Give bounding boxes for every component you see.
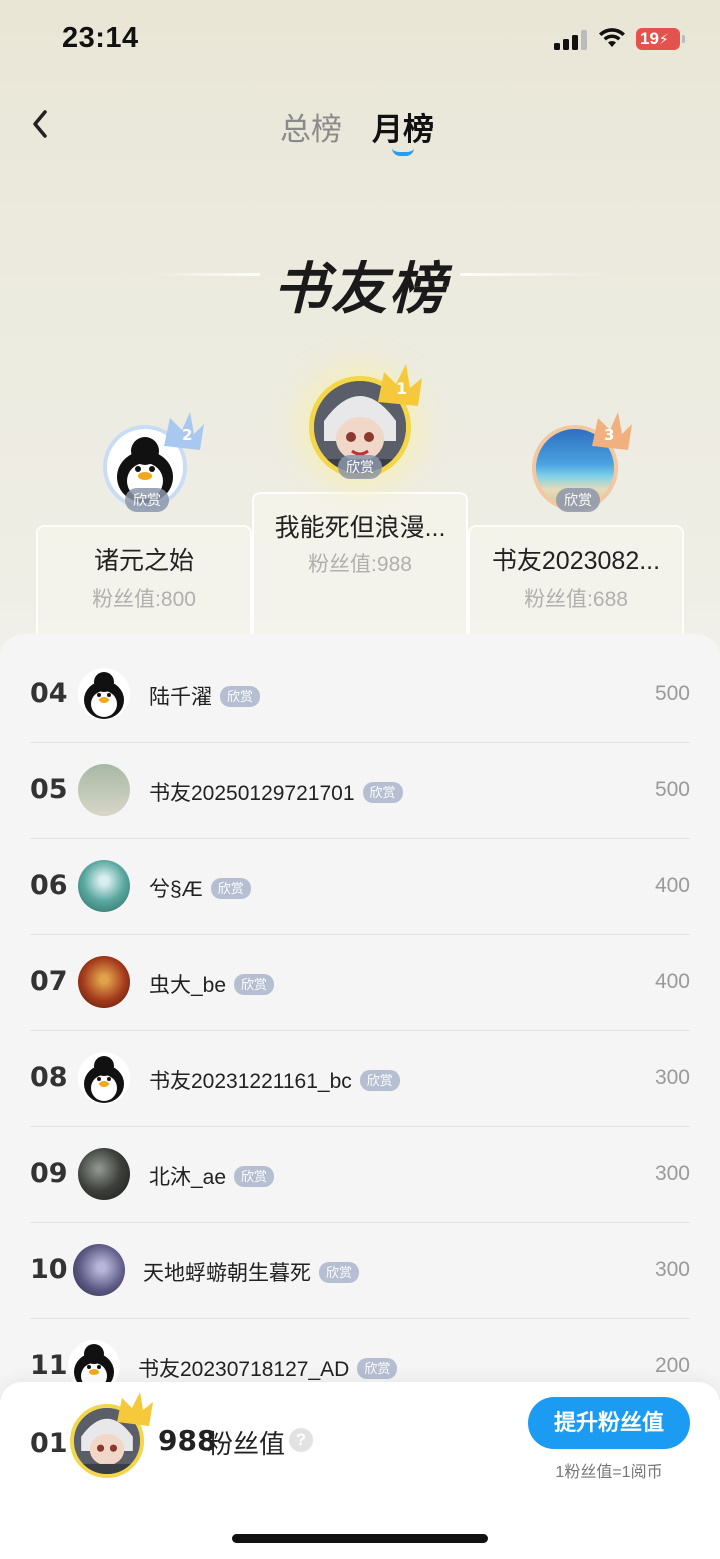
list-fans-value: 300 xyxy=(654,1162,690,1185)
list-rank: 06 xyxy=(30,870,68,901)
list-fans-value: 500 xyxy=(654,778,690,801)
back-arrow-icon[interactable] xyxy=(26,104,56,144)
podium-card-first[interactable]: 我能死但浪漫... 粉丝值:988 xyxy=(252,492,468,642)
list-user-name: 兮§Æ xyxy=(149,878,203,901)
list-fans-value: 400 xyxy=(654,874,690,897)
dark-avatar xyxy=(78,1148,130,1200)
podium-name-second: 诸元之始 xyxy=(93,547,194,575)
list-item[interactable]: 10 天地蜉蝣朝生暮死 欣赏 300 xyxy=(30,1210,690,1319)
list-user-name: 虫大_be xyxy=(149,974,227,997)
my-fans-label: 粉丝值 xyxy=(207,1429,286,1459)
list-badge: 欣赏 xyxy=(357,1357,398,1379)
podium-name-first: 我能死但浪漫... xyxy=(274,514,446,542)
my-rank: 01 xyxy=(30,1428,68,1459)
list-badge: 欣赏 xyxy=(210,877,251,899)
rank-2-crown-icon: 2 xyxy=(164,412,204,450)
list-user-name: 天地蜉蝣朝生暮死 xyxy=(143,1262,311,1285)
ranking-list: 04 陆千濯 欣赏 500 05 书友20250129721701 欣赏 500 0… xyxy=(0,634,720,1394)
podium-card-second[interactable]: 诸元之始 粉丝值:800 xyxy=(36,525,252,645)
tab-total-ranking[interactable]: 总榜 xyxy=(280,104,342,149)
red-avatar xyxy=(78,956,130,1008)
rank-3-crown-icon: 3 xyxy=(592,412,632,450)
list-user-name: 陆千濯 xyxy=(149,686,212,709)
list-rank: 07 xyxy=(30,966,68,997)
status-bar: 23:14 19⚡ xyxy=(0,0,720,80)
home-indicator[interactable] xyxy=(232,1534,488,1543)
rank-1-crown-icon: 1 xyxy=(378,364,422,406)
svg-text:2: 2 xyxy=(182,426,192,444)
list-rank: 04 xyxy=(30,678,68,709)
wifi-icon xyxy=(599,28,625,47)
penguin-avatar xyxy=(78,668,130,720)
list-fans-value: 500 xyxy=(654,682,690,705)
badge-second: 欣赏 xyxy=(125,488,169,512)
podium-fans-second: 粉丝值:800 xyxy=(92,588,196,611)
list-rank: 10 xyxy=(30,1254,68,1285)
list-rank: 05 xyxy=(30,774,68,805)
podium-card-third[interactable]: 书友2023082... 粉丝值:688 xyxy=(468,525,684,645)
penguin-avatar xyxy=(78,1052,130,1104)
list-rank: 08 xyxy=(30,1062,68,1093)
list-badge: 欣赏 xyxy=(319,1261,360,1283)
list-item[interactable]: 08 书友20231221161_bc 欣赏 300 xyxy=(30,1018,690,1127)
list-user-name: 书友20231221161_bc xyxy=(149,1070,352,1093)
podium-fans-first: 粉丝值:988 xyxy=(308,553,412,576)
list-user-name: 北沐_ae xyxy=(149,1166,227,1189)
boost-fans-button[interactable]: 提升粉丝值 xyxy=(528,1397,690,1449)
exchange-rate-text: 1粉丝值=1阅币 xyxy=(555,1464,663,1481)
list-badge: 欣赏 xyxy=(359,1069,400,1091)
badge-first: 欣赏 xyxy=(338,455,382,479)
list-rank: 09 xyxy=(30,1158,68,1189)
podium-fans-third: 粉丝值:688 xyxy=(524,588,628,611)
badge-third: 欣赏 xyxy=(556,488,600,512)
list-fans-value: 400 xyxy=(654,970,690,993)
tab-active-indicator xyxy=(392,148,414,156)
tab-monthly-ranking[interactable]: 月榜 xyxy=(372,104,434,149)
list-item[interactable]: 05 书友20250129721701 欣赏 500 xyxy=(30,730,690,839)
list-fans-value: 300 xyxy=(654,1066,690,1089)
list-item[interactable]: 09 北沐_ae 欣赏 300 xyxy=(30,1114,690,1223)
list-item[interactable]: 11 书友20230718127_AD 欣赏 200 xyxy=(30,1306,690,1394)
board-title-banner: 书友榜 xyxy=(0,240,720,320)
list-badge: 欣赏 xyxy=(220,685,261,707)
status-time: 23:14 xyxy=(62,22,139,54)
list-item[interactable]: 04 陆千濯 欣赏 500 xyxy=(30,634,690,743)
svg-text:3: 3 xyxy=(604,426,614,444)
list-user-name: 书友20230718127_AD xyxy=(138,1358,350,1381)
help-icon[interactable]: ? xyxy=(289,1428,313,1452)
svg-text:1: 1 xyxy=(396,379,407,398)
list-fans-value: 300 xyxy=(654,1258,690,1281)
list-badge: 欣赏 xyxy=(234,1165,275,1187)
forest-avatar xyxy=(78,860,130,912)
list-user-name: 书友20250129721701 xyxy=(149,782,355,805)
cellular-signal-icon xyxy=(554,30,588,50)
list-item[interactable]: 07 虫大_be 欣赏 400 xyxy=(30,922,690,1031)
board-title: 书友榜 xyxy=(273,257,447,320)
battery-icon: 19⚡ xyxy=(636,28,685,50)
list-badge: 欣赏 xyxy=(234,973,275,995)
list-badge: 欣赏 xyxy=(362,781,403,803)
list-fans-value: 200 xyxy=(654,1354,690,1377)
list-item[interactable]: 06 兮§Æ 欣赏 400 xyxy=(30,826,690,935)
my-crown-icon xyxy=(117,1392,153,1426)
purple-avatar xyxy=(73,1244,125,1296)
podium-name-third: 书友2023082... xyxy=(491,547,661,575)
figure-avatar xyxy=(78,764,130,816)
list-rank: 11 xyxy=(30,1350,68,1381)
battery-level: 19 xyxy=(640,29,659,48)
my-rank-bar: 01 988 粉丝值 ? 提升粉丝值 1粉丝值=1阅币 xyxy=(0,1382,720,1559)
